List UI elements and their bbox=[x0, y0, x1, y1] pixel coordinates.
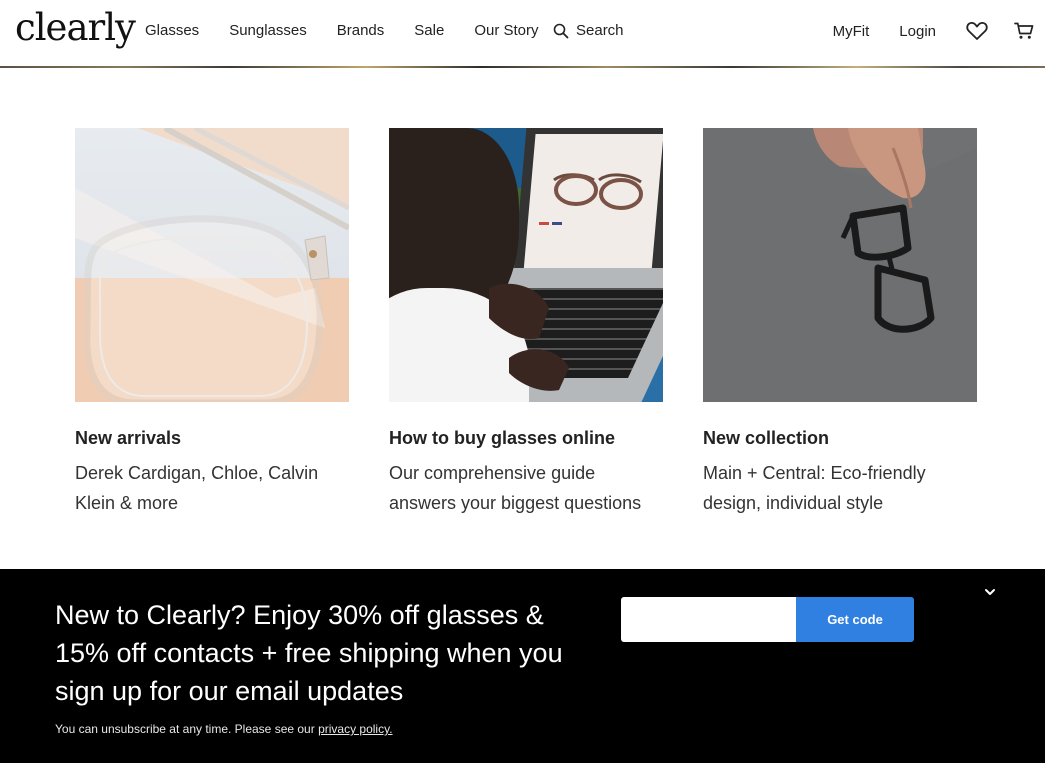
nav-sale[interactable]: Sale bbox=[414, 22, 444, 39]
card-title[interactable]: New collection bbox=[703, 428, 977, 449]
main-nav: Glasses Sunglasses Brands Sale Our Story bbox=[145, 22, 569, 39]
card-description: Main + Central: Eco-friendly design, ind… bbox=[703, 463, 926, 513]
unsubscribe-note: You can unsubscribe at any time. Please … bbox=[55, 722, 393, 736]
unsubscribe-text: You can unsubscribe at any time. Please … bbox=[55, 722, 319, 736]
privacy-policy-link[interactable]: privacy policy. bbox=[318, 722, 392, 736]
card-new-arrivals[interactable]: New arrivals Derek Cardigan, Chloe, Calv… bbox=[75, 128, 349, 518]
heart-icon[interactable] bbox=[966, 21, 988, 41]
email-input[interactable] bbox=[621, 597, 797, 642]
login-link[interactable]: Login bbox=[899, 23, 936, 40]
search-button[interactable]: Search bbox=[553, 22, 624, 39]
laptop-shopping-image[interactable] bbox=[389, 128, 663, 402]
myfit-link[interactable]: MyFit bbox=[833, 23, 870, 40]
card-new-collection[interactable]: New collection Main + Central: Eco-frien… bbox=[703, 128, 977, 518]
banner-headline: New to Clearly? Enjoy 30% off glasses & … bbox=[55, 600, 563, 706]
cart-icon[interactable] bbox=[1014, 22, 1034, 40]
email-signup-banner: New to Clearly? Enjoy 30% off glasses & … bbox=[0, 569, 1045, 763]
clear-glasses-image[interactable] bbox=[75, 128, 349, 402]
card-how-to-buy[interactable]: How to buy glasses online Our comprehens… bbox=[389, 128, 663, 518]
search-icon bbox=[553, 23, 569, 38]
card-title[interactable]: How to buy glasses online bbox=[389, 428, 663, 449]
chevron-down-icon[interactable] bbox=[983, 586, 997, 598]
model-holding-glasses-image[interactable] bbox=[703, 128, 977, 402]
search-label: Search bbox=[576, 22, 624, 39]
card-description: Derek Cardigan, Chloe, Calvin Klein & mo… bbox=[75, 463, 319, 513]
card-description: Our comprehensive guide answers your big… bbox=[389, 463, 642, 513]
feature-cards: New arrivals Derek Cardigan, Chloe, Calv… bbox=[75, 128, 1017, 518]
nav-our-story[interactable]: Our Story bbox=[474, 22, 538, 39]
nav-glasses[interactable]: Glasses bbox=[145, 22, 199, 39]
clearly-logo[interactable]: clearly bbox=[15, 6, 136, 49]
account-nav: MyFit Login bbox=[833, 0, 1045, 62]
nav-brands[interactable]: Brands bbox=[337, 22, 385, 39]
nav-sunglasses[interactable]: Sunglasses bbox=[229, 22, 307, 39]
get-code-button[interactable]: Get code bbox=[796, 597, 914, 642]
site-header: clearly Glasses Sunglasses Brands Sale O… bbox=[0, 0, 1045, 66]
card-title[interactable]: New arrivals bbox=[75, 428, 349, 449]
